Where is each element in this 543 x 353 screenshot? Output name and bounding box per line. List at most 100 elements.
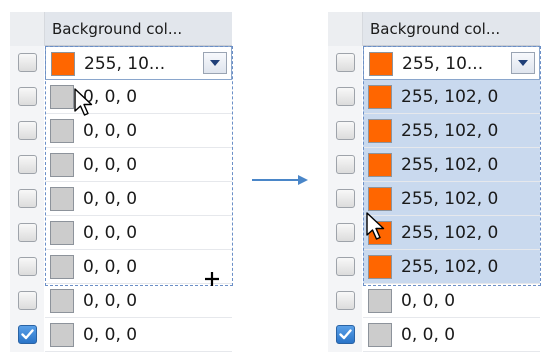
row-checkbox[interactable] xyxy=(336,155,355,174)
right-arrow-icon xyxy=(252,175,308,185)
table-after: Background col... 255, 10... 255, 102, 0… xyxy=(328,12,541,352)
row-gutter xyxy=(10,318,44,352)
row-gutter xyxy=(328,182,362,216)
color-swatch xyxy=(51,52,75,76)
color-cell[interactable]: 0, 0, 0 xyxy=(363,318,540,352)
color-value: 0, 0, 0 xyxy=(83,189,138,209)
color-swatch xyxy=(368,187,392,211)
color-swatch xyxy=(368,85,392,109)
table-row[interactable]: 0, 0, 0 xyxy=(10,318,232,352)
chevron-down-icon[interactable] xyxy=(203,52,227,74)
row-checkbox[interactable] xyxy=(18,223,37,242)
table-row[interactable]: 0, 0, 0 xyxy=(10,182,232,216)
row-gutter xyxy=(328,114,362,148)
color-cell[interactable]: 255, 102, 0 xyxy=(363,114,540,148)
row-gutter xyxy=(328,46,362,80)
table-before: Background col... 255, 10... 0, 0, 0 0, 0… xyxy=(10,12,233,352)
color-swatch xyxy=(50,153,74,177)
row-checkbox[interactable] xyxy=(336,189,355,208)
row-gutter xyxy=(328,148,362,182)
column-header-background-color[interactable]: Background col... xyxy=(45,12,232,46)
color-cell[interactable]: 255, 102, 0 xyxy=(363,250,540,284)
row-checkbox[interactable] xyxy=(336,257,355,276)
color-value: 0, 0, 0 xyxy=(83,155,138,175)
row-gutter xyxy=(10,114,44,148)
row-gutter xyxy=(10,182,44,216)
row-checkbox[interactable] xyxy=(336,291,355,310)
row-checkbox[interactable] xyxy=(18,189,37,208)
table-row-editing[interactable]: 255, 10... xyxy=(10,46,232,80)
table-row[interactable]: 0, 0, 0 xyxy=(10,216,232,250)
table-row[interactable]: 0, 0, 0 xyxy=(10,80,232,114)
table-row[interactable]: 255, 102, 0 xyxy=(328,148,540,182)
row-checkbox[interactable] xyxy=(336,223,355,242)
color-value: 0, 0, 0 xyxy=(83,257,138,277)
color-swatch xyxy=(368,289,392,313)
mouse-pointer-icon xyxy=(74,88,93,116)
row-gutter xyxy=(10,250,44,284)
color-swatch xyxy=(50,323,74,347)
table-row[interactable]: 0, 0, 0 xyxy=(10,114,232,148)
color-cell[interactable]: 0, 0, 0 xyxy=(45,318,232,352)
color-cell[interactable]: 255, 102, 0 xyxy=(363,148,540,182)
color-swatch xyxy=(368,153,392,177)
color-cell[interactable]: 255, 102, 0 xyxy=(363,216,540,250)
row-gutter xyxy=(328,80,362,114)
checkmark-icon xyxy=(21,329,34,340)
color-swatch xyxy=(50,255,74,279)
color-cell-editor[interactable]: 255, 10... xyxy=(363,46,540,80)
chevron-down-icon[interactable] xyxy=(511,52,535,74)
row-gutter xyxy=(10,148,44,182)
table-body: 255, 10... 255, 102, 0 255, 102, 0 255, 10… xyxy=(328,46,540,352)
table-row[interactable]: 0, 0, 0 xyxy=(10,250,232,284)
row-checkbox[interactable] xyxy=(336,325,355,344)
color-value-input[interactable]: 255, 10... xyxy=(402,47,483,81)
row-gutter xyxy=(328,284,362,318)
table-body: 255, 10... 0, 0, 0 0, 0, 0 0, 0, 0 0, 0, 0 0… xyxy=(10,46,232,352)
table-row[interactable]: 255, 102, 0 xyxy=(328,216,540,250)
row-gutter xyxy=(328,216,362,250)
color-value: 0, 0, 0 xyxy=(83,325,138,345)
row-checkbox[interactable] xyxy=(336,121,355,140)
table-row[interactable]: 255, 102, 0 xyxy=(328,80,540,114)
color-cell-editor[interactable]: 255, 10... xyxy=(45,46,232,80)
color-value: 0, 0, 0 xyxy=(401,325,456,345)
row-checkbox[interactable] xyxy=(18,291,37,310)
row-checkbox[interactable] xyxy=(18,53,37,72)
row-checkbox[interactable] xyxy=(18,155,37,174)
color-value: 255, 102, 0 xyxy=(401,223,499,243)
column-header-background-color[interactable]: Background col... xyxy=(363,12,540,46)
color-cell[interactable]: 0, 0, 0 xyxy=(45,284,232,318)
table-row[interactable]: 255, 102, 0 xyxy=(328,114,540,148)
color-cell[interactable]: 0, 0, 0 xyxy=(363,284,540,318)
table-row[interactable]: 255, 102, 0 xyxy=(328,250,540,284)
column-header: Background col... xyxy=(328,12,540,46)
color-swatch xyxy=(369,52,393,76)
color-value-input[interactable]: 255, 10... xyxy=(84,47,165,81)
mouse-pointer-icon xyxy=(366,212,385,240)
color-cell[interactable]: 0, 0, 0 xyxy=(45,148,232,182)
row-checkbox[interactable] xyxy=(336,53,355,72)
row-checkbox[interactable] xyxy=(18,121,37,140)
color-cell[interactable]: 0, 0, 0 xyxy=(45,114,232,148)
table-row[interactable]: 0, 0, 0 xyxy=(328,318,540,352)
color-cell[interactable]: 255, 102, 0 xyxy=(363,182,540,216)
row-checkbox[interactable] xyxy=(336,87,355,106)
row-checkbox[interactable] xyxy=(18,257,37,276)
table-row-editing[interactable]: 255, 10... xyxy=(328,46,540,80)
table-row[interactable]: 0, 0, 0 xyxy=(10,148,232,182)
row-gutter xyxy=(10,46,44,80)
color-cell[interactable]: 0, 0, 0 xyxy=(45,182,232,216)
color-cell[interactable]: 0, 0, 0 xyxy=(45,216,232,250)
row-checkbox[interactable] xyxy=(18,87,37,106)
color-swatch xyxy=(50,221,74,245)
color-value: 0, 0, 0 xyxy=(401,291,456,311)
color-swatch xyxy=(50,289,74,313)
color-value: 255, 102, 0 xyxy=(401,121,499,141)
color-cell[interactable]: 255, 102, 0 xyxy=(363,80,540,114)
row-checkbox[interactable] xyxy=(18,325,37,344)
table-row[interactable]: 0, 0, 0 xyxy=(10,284,232,318)
table-row[interactable]: 255, 102, 0 xyxy=(328,182,540,216)
column-header: Background col... xyxy=(10,12,232,46)
table-row[interactable]: 0, 0, 0 xyxy=(328,284,540,318)
